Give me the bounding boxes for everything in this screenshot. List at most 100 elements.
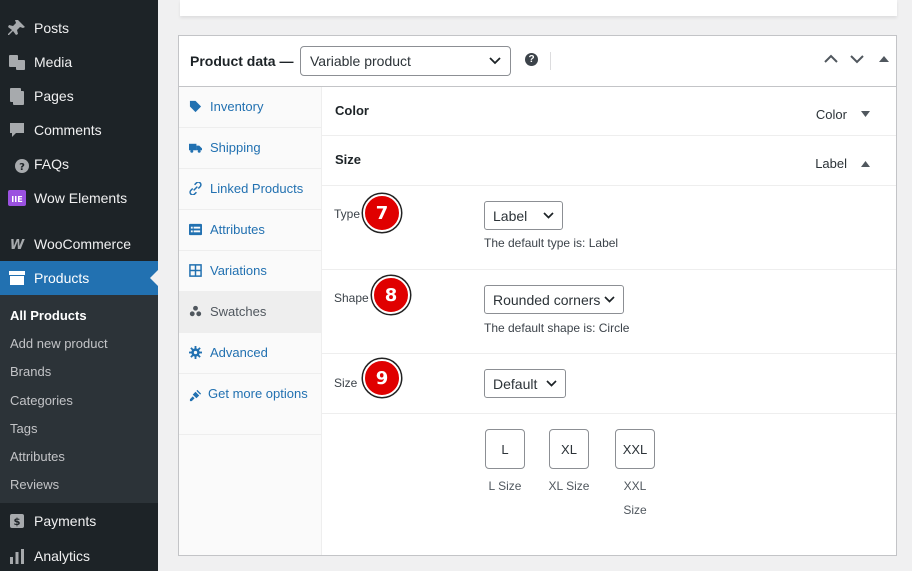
- menu-label: Products: [34, 270, 90, 286]
- pin-icon: [0, 18, 34, 38]
- submenu-add-new-product[interactable]: Add new product: [10, 336, 108, 351]
- field-label-type: Type: [334, 207, 361, 221]
- menu-item-posts[interactable]: Posts: [0, 11, 158, 45]
- menu-item-faqs[interactable]: ? FAQs: [0, 147, 158, 181]
- svg-text:$: $: [14, 517, 21, 528]
- tab-variations[interactable]: Variations: [179, 251, 322, 292]
- field-row-shape: Shape 8 Rounded corners The default shap…: [322, 270, 896, 354]
- tab-swatches[interactable]: Swatches: [179, 292, 322, 333]
- menu-item-wow-elements[interactable]: IIE Wow Elements: [0, 181, 158, 215]
- svg-text:?: ?: [19, 162, 25, 173]
- product-type-select[interactable]: Variable product: [300, 46, 511, 76]
- menu-item-comments[interactable]: Comments: [0, 113, 158, 147]
- submenu-attributes[interactable]: Attributes: [10, 449, 65, 464]
- chevron-down-icon: [604, 296, 615, 303]
- chevron-down-icon: [489, 57, 501, 65]
- tab-label: Linked Products: [210, 181, 304, 196]
- attribute-type-wrap: Label: [815, 156, 870, 171]
- menu-item-woocommerce[interactable]: W WooCommerce: [0, 227, 158, 261]
- menu-label: Wow Elements: [34, 190, 128, 206]
- size-select-value: Default: [493, 375, 538, 392]
- menu-item-pages[interactable]: Pages: [0, 79, 158, 113]
- swatch-l[interactable]: L: [485, 429, 525, 469]
- type-help-text: The default type is: Label: [484, 236, 619, 250]
- menu-label: Pages: [34, 88, 74, 104]
- chevron-up-icon[interactable]: [824, 53, 838, 65]
- media-icon: [0, 52, 34, 72]
- chevron-down-icon: [543, 212, 554, 219]
- shape-help-text: The default shape is: Circle: [484, 321, 630, 335]
- tab-inventory[interactable]: Inventory: [179, 87, 322, 128]
- attribute-row-color[interactable]: Color Color: [322, 87, 896, 136]
- archive-icon: [0, 268, 34, 288]
- attribute-type: Label: [815, 156, 847, 171]
- shape-select[interactable]: Rounded corners: [484, 285, 624, 314]
- attribute-name: Color: [335, 103, 369, 118]
- submenu-all-products[interactable]: All Products: [10, 308, 87, 323]
- menu-item-payments[interactable]: $ Payments: [0, 504, 158, 538]
- attribute-type-wrap: Color: [816, 107, 870, 122]
- plug-icon: [189, 388, 208, 402]
- toggle-arrow-icon[interactable]: [879, 55, 889, 63]
- menu-label: FAQs: [34, 156, 70, 172]
- submenu-categories[interactable]: Categories: [10, 393, 73, 408]
- type-select-value: Label: [493, 207, 528, 224]
- swatch-xl[interactable]: XL: [549, 429, 589, 469]
- products-submenu: All Products Add new product Brands Cate…: [0, 295, 158, 503]
- field-row-size: Size 9 Default: [322, 354, 896, 414]
- product-data-tabs: Inventory Shipping Linked Products Attri…: [179, 87, 322, 555]
- comments-icon: [0, 120, 34, 140]
- tag-icon: [189, 99, 210, 113]
- size-select[interactable]: Default: [484, 369, 566, 398]
- submenu-tags[interactable]: Tags: [10, 421, 37, 436]
- gear-icon: [189, 345, 210, 359]
- menu-item-analytics[interactable]: Analytics: [0, 539, 158, 571]
- woo-icon: W: [0, 234, 34, 254]
- dots-icon: [189, 304, 210, 318]
- type-select[interactable]: Label: [484, 201, 563, 230]
- menu-item-products[interactable]: Products: [0, 261, 158, 295]
- step-badge: 7: [363, 194, 401, 232]
- product-data-panel: Product data — Variable product ? Invent…: [178, 35, 897, 556]
- tab-linked-products[interactable]: Linked Products: [179, 169, 322, 210]
- panel-title: Product data —: [190, 53, 294, 69]
- swatch-preview-area: L L Size XL XL Size XXL XXL Size: [322, 413, 896, 555]
- tab-label: Inventory: [210, 99, 264, 114]
- attribute-row-size[interactable]: Size Label: [322, 136, 896, 186]
- tab-label: Shipping: [210, 140, 261, 155]
- menu-label: Analytics: [34, 548, 91, 564]
- tab-label: Advanced: [210, 345, 268, 360]
- menu-label: Payments: [34, 513, 97, 529]
- shape-select-value: Rounded corners: [493, 291, 601, 308]
- field-label-shape: Shape: [334, 291, 369, 305]
- tab-shipping[interactable]: Shipping: [179, 128, 322, 169]
- caret-up-icon[interactable]: [861, 160, 870, 167]
- tab-label: Get more options: [208, 386, 308, 401]
- field-label-size: Size: [334, 376, 358, 390]
- payments-icon: $: [0, 511, 34, 531]
- swatch-xxl[interactable]: XXL: [615, 429, 655, 469]
- help-icon[interactable]: ?: [525, 53, 538, 66]
- menu-item-media[interactable]: Media: [0, 45, 158, 79]
- menu-label: Media: [34, 54, 73, 70]
- tab-label: Attributes: [210, 222, 265, 237]
- menu-label: WooCommerce: [34, 236, 131, 252]
- attribute-name: Size: [335, 152, 362, 167]
- menu-label: Comments: [34, 122, 102, 138]
- chevron-down-icon[interactable]: [850, 53, 864, 65]
- svg-text:IIE: IIE: [11, 195, 22, 204]
- caret-down-icon[interactable]: [861, 111, 870, 118]
- tab-label: Swatches: [210, 304, 267, 319]
- field-row-type: Type 7 Label The default type is: Label: [322, 186, 896, 270]
- link-icon: [189, 181, 210, 195]
- submenu-reviews[interactable]: Reviews: [10, 477, 59, 492]
- tab-advanced[interactable]: Advanced: [179, 333, 322, 374]
- tab-attributes[interactable]: Attributes: [179, 210, 322, 251]
- question-icon: ?: [0, 154, 34, 174]
- panel-header: Product data — Variable product ?: [179, 36, 896, 87]
- tab-get-more-options[interactable]: Get more options: [179, 374, 322, 435]
- submenu-brands[interactable]: Brands: [10, 364, 51, 379]
- product-type-value: Variable product: [310, 53, 411, 69]
- tab-label: Variations: [210, 263, 267, 278]
- pages-icon: [0, 86, 34, 106]
